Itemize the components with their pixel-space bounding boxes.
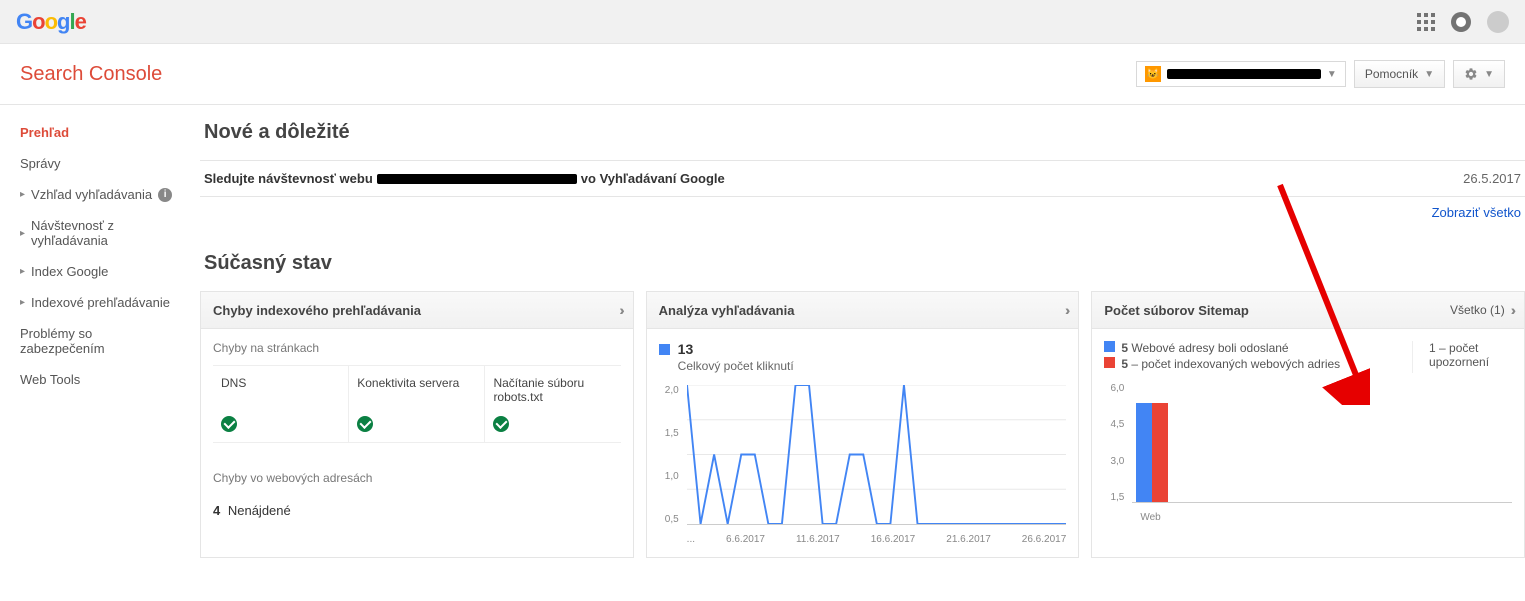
info-icon: i: [158, 188, 172, 202]
sitemap-filter-label: Všetko (1): [1450, 303, 1505, 317]
news-prefix: Sledujte návštevnosť webu: [204, 171, 373, 186]
sidebar-item-label: Problémy so zabezpečením: [20, 326, 180, 356]
chevron-down-icon: ▼: [1327, 69, 1337, 80]
clicks-value: 13: [678, 341, 694, 357]
product-title: Search Console: [20, 63, 162, 86]
legend-color-icon: [1104, 341, 1115, 352]
panel-sitemaps: Počet súborov Sitemap Všetko (1) ›› 5 We…: [1091, 291, 1525, 558]
product-header: Search Console 😺 ▼ Pomocník ▼ ▼: [0, 44, 1525, 105]
check-ok-icon: [357, 416, 373, 432]
status-label: Konektivita servera: [357, 376, 476, 404]
sidebar-item-label: Web Tools: [20, 372, 80, 387]
sidebar-item-label: Vzhľad vyhľadávania: [31, 187, 152, 202]
check-ok-icon: [221, 416, 237, 432]
submitted-count: 5: [1121, 341, 1128, 355]
chevron-down-icon: ▼: [1424, 69, 1434, 80]
sidebar-item-6[interactable]: Problémy so zabezpečením: [0, 318, 200, 364]
panel-crawl-errors: Chyby indexového prehľadávania ›› Chyby …: [200, 291, 634, 558]
sitemap-bar-chart: 6,04,53,01,5 Web: [1104, 383, 1512, 523]
panel-search-header[interactable]: Analýza vyhľadávania ››: [647, 292, 1079, 329]
sidebar-item-2[interactable]: ▸ Vzhľad vyhľadávania i: [0, 179, 200, 210]
caret-icon: ▸: [20, 228, 25, 239]
status-label: DNS: [221, 376, 340, 404]
show-all-row: Zobraziť všetko: [200, 197, 1525, 228]
panel-sitemaps-title: Počet súborov Sitemap: [1104, 303, 1248, 318]
sidebar-item-5[interactable]: ▸ Indexové prehľadávanie: [0, 287, 200, 318]
news-item[interactable]: Sledujte návštevnosť webu vo Vyhľadávaní…: [200, 160, 1525, 197]
submitted-label: Webové adresy boli odoslané: [1131, 341, 1288, 355]
bar: [1152, 403, 1168, 502]
news-heading: Nové a dôležité: [200, 121, 1525, 144]
chevron-down-icon: ▼: [1484, 69, 1494, 80]
panel-sitemaps-header[interactable]: Počet súborov Sitemap Všetko (1) ››: [1092, 292, 1524, 329]
expand-icon: ››: [1065, 302, 1066, 318]
status-cell-1: Konektivita servera: [349, 366, 485, 442]
bar: [1136, 403, 1152, 502]
help-button-label: Pomocník: [1365, 67, 1418, 81]
google-logo[interactable]: Google: [16, 9, 86, 35]
status-cell-0: DNS: [213, 366, 349, 442]
news-date: 26.5.2017: [1463, 171, 1521, 186]
google-topbar: Google: [0, 0, 1525, 44]
news-redacted-url: [377, 174, 577, 184]
panel-search-analytics: Analýza vyhľadávania ›› 13 Celkový počet…: [646, 291, 1080, 558]
legend-color-icon: [659, 344, 670, 355]
panel-search-title: Analýza vyhľadávania: [659, 303, 795, 318]
show-all-link[interactable]: Zobraziť všetko: [1432, 205, 1521, 220]
news-suffix: vo Vyhľadávaní Google: [581, 171, 725, 186]
status-heading: Súčasný stav: [200, 252, 1525, 275]
sidebar-item-label: Indexové prehľadávanie: [31, 295, 170, 310]
caret-icon: ▸: [20, 189, 25, 200]
page-errors-label: Chyby na stránkach: [213, 341, 621, 355]
sidebar-item-label: Index Google: [31, 264, 108, 279]
caret-icon: ▸: [20, 297, 25, 308]
sidebar-item-7[interactable]: Web Tools: [0, 364, 200, 395]
site-url-redacted: [1167, 69, 1321, 79]
clicks-line-chart: 2,01,51,00,5 ...6.6.201711.6.201716.6.20…: [659, 385, 1067, 545]
legend-color-icon: [1104, 357, 1115, 368]
status-label: Načítanie súboru robots.txt: [493, 376, 612, 404]
expand-icon: ››: [1511, 302, 1512, 318]
sitemap-warnings: 1 – počet upozornení: [1412, 341, 1512, 373]
sidebar-item-0[interactable]: Prehľad: [0, 117, 200, 148]
caret-icon: ▸: [20, 266, 25, 277]
expand-icon: ››: [619, 302, 620, 318]
apps-icon[interactable]: [1417, 13, 1435, 31]
main-content: Nové a dôležité Sledujte návštevnosť web…: [200, 105, 1525, 574]
sidebar-item-1[interactable]: Správy: [0, 148, 200, 179]
site-selector-dropdown[interactable]: 😺 ▼: [1136, 61, 1346, 87]
clicks-label: Celkový počet kliknutí: [678, 359, 1067, 373]
status-cell-2: Načítanie súboru robots.txt: [485, 366, 620, 442]
check-ok-icon: [493, 416, 509, 432]
account-avatar[interactable]: [1487, 11, 1509, 33]
sidebar-item-label: Správy: [20, 156, 60, 171]
url-error-row[interactable]: 4 Nenájdené: [213, 495, 621, 526]
url-errors-label: Chyby vo webových adresách: [213, 471, 621, 485]
sidebar-item-label: Návštevnosť z vyhľadávania: [31, 218, 180, 248]
settings-button[interactable]: ▼: [1453, 60, 1505, 88]
panel-crawl-header[interactable]: Chyby indexového prehľadávania ››: [201, 292, 633, 329]
sidebar-item-label: Prehľad: [20, 125, 69, 140]
indexed-label: – počet indexovaných webových adries: [1131, 357, 1340, 371]
site-favicon-icon: 😺: [1145, 66, 1161, 82]
gear-icon: [1464, 67, 1478, 81]
panel-crawl-title: Chyby indexového prehľadávania: [213, 303, 421, 318]
sidebar-item-3[interactable]: ▸ Návštevnosť z vyhľadávania: [0, 210, 200, 256]
help-button[interactable]: Pomocník ▼: [1354, 60, 1445, 88]
notifications-icon[interactable]: [1451, 12, 1471, 32]
indexed-count: 5: [1121, 357, 1128, 371]
sidebar-nav: Prehľad Správy ▸ Vzhľad vyhľadávania i ▸ Návšt…: [0, 105, 200, 574]
sidebar-item-4[interactable]: ▸ Index Google: [0, 256, 200, 287]
